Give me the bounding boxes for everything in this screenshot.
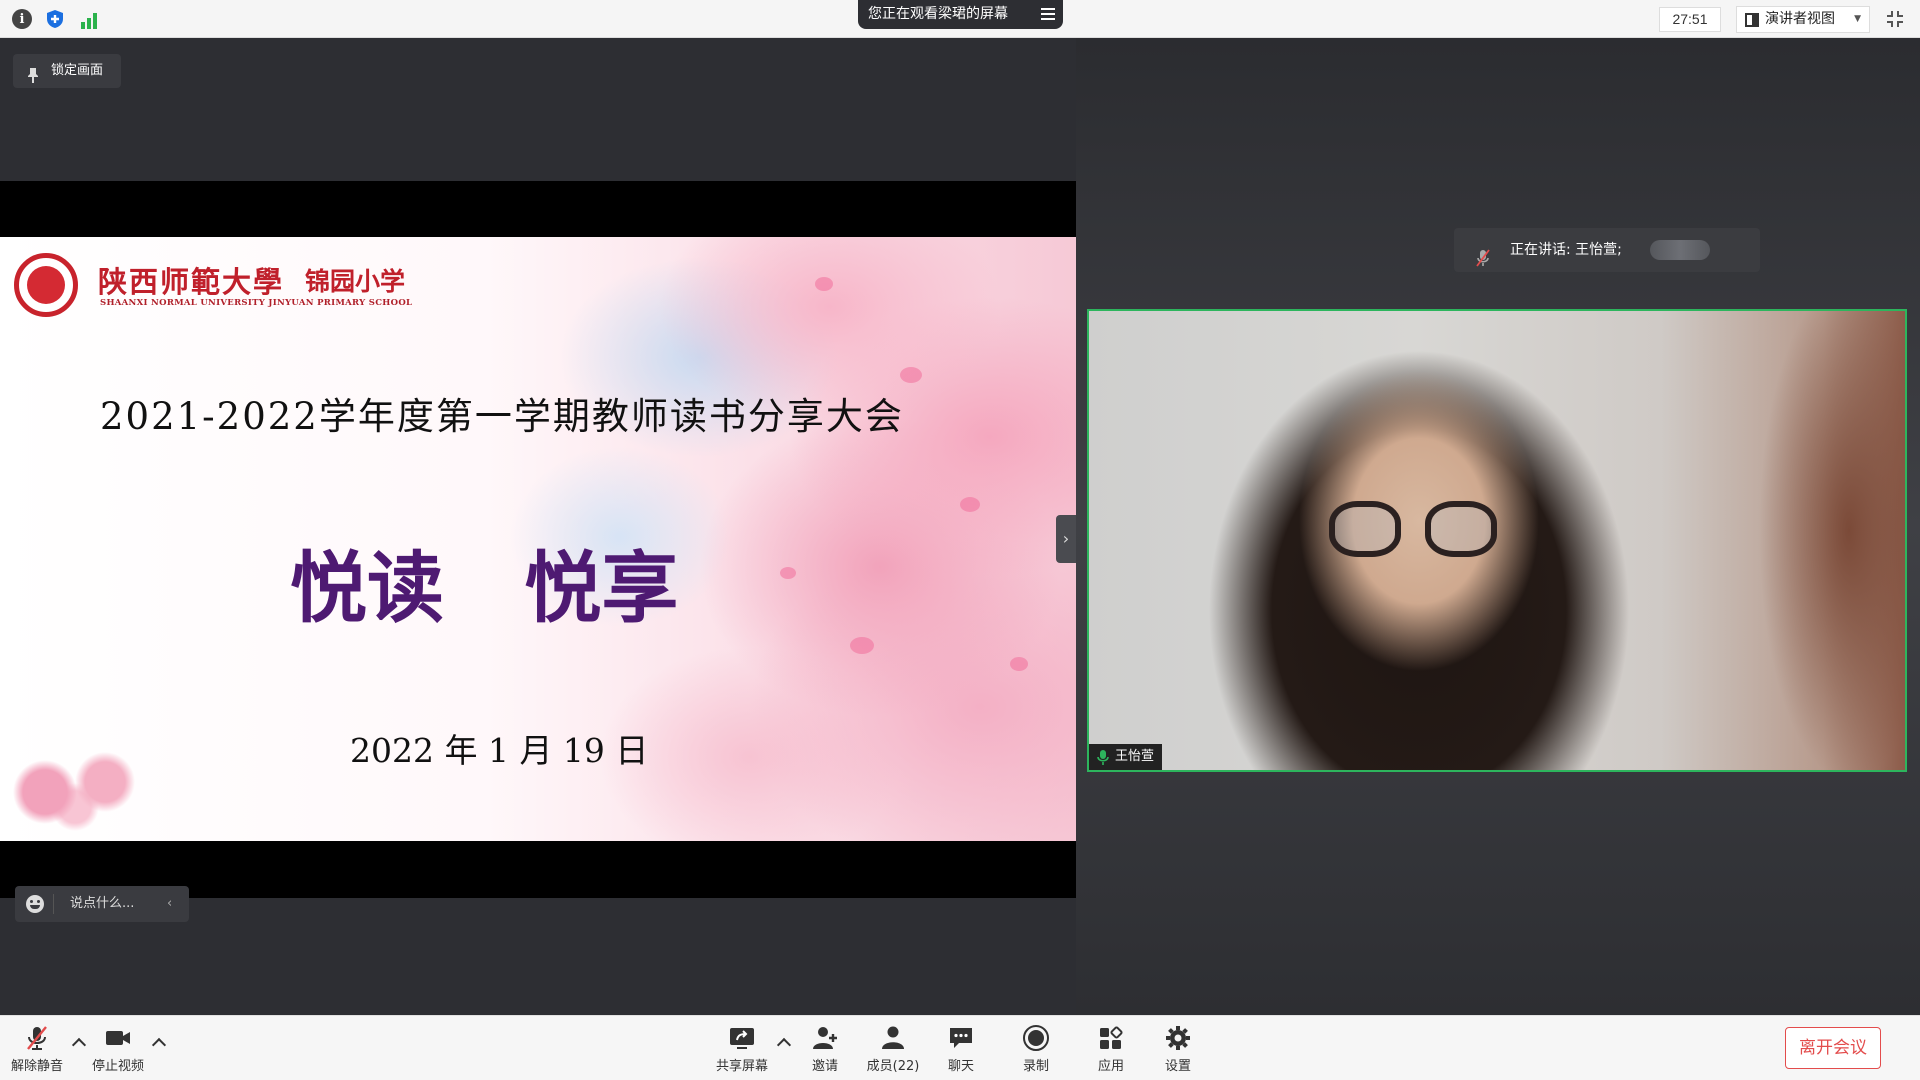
stop-video-label: 停止视频 <box>91 1059 144 1074</box>
settings-button[interactable]: 设置 <box>1145 1024 1211 1076</box>
signal-icon[interactable] <box>79 9 99 29</box>
chat-button[interactable]: 聊天 <box>928 1024 994 1076</box>
chevron-left-icon[interactable]: ‹ <box>167 886 172 922</box>
participant-gallery: 正在讲话: 王怡萱; 王怡萱 <box>1076 38 1920 1015</box>
settings-label: 设置 <box>1164 1059 1191 1074</box>
logo-university-name: 陕西师範大學 <box>98 265 285 299</box>
active-speaker-label: 正在讲话: 王怡萱; <box>1510 242 1622 258</box>
apps-label: 应用 <box>1097 1059 1124 1074</box>
logo-english-name: SHAANXI NORMAL UNIVERSITY JINYUAN PRIMAR… <box>100 298 413 308</box>
unmute-button[interactable]: 解除静音 <box>4 1024 70 1076</box>
shared-screen-area: 锁定画面 陕西师範大學 锦园小学 SHAANXI NORMAL UNIVERSI… <box>0 38 1076 1015</box>
petal-decoration <box>900 367 922 383</box>
mic-muted-icon <box>23 1024 51 1052</box>
collapse-gallery-button[interactable]: › <box>1056 515 1076 563</box>
participant-avatars <box>1650 240 1710 260</box>
view-mode-label: 演讲者视图 <box>1765 11 1835 27</box>
invite-label: 邀请 <box>811 1059 838 1074</box>
mic-muted-icon <box>1476 241 1490 285</box>
blossom-decoration <box>5 747 145 837</box>
chevron-up-icon[interactable] <box>151 1037 167 1053</box>
apps-button[interactable]: 应用 <box>1078 1024 1144 1076</box>
speaker-view-icon <box>1745 13 1759 27</box>
chat-icon <box>947 1024 975 1052</box>
petal-decoration <box>815 277 833 291</box>
slide-date: 2022 年 1 月 19 日 <box>350 731 649 770</box>
university-seal-logo <box>14 253 78 317</box>
members-button[interactable]: 成员(22) <box>860 1024 926 1076</box>
shield-icon[interactable] <box>45 9 65 29</box>
add-user-icon <box>811 1024 839 1052</box>
comment-input[interactable]: 说点什么... ‹ <box>15 886 189 922</box>
active-speaker-indicator: 正在讲话: 王怡萱; <box>1454 228 1760 272</box>
participant-video-feed <box>1329 501 1509 561</box>
share-screen-icon <box>728 1024 756 1052</box>
petal-decoration <box>960 497 980 512</box>
chevron-right-icon: › <box>1062 529 1070 548</box>
slide-title: 2021-2022学年度第一学期教师读书分享大会 <box>100 395 904 438</box>
presentation-slide: 陕西师範大學 锦园小学 SHAANXI NORMAL UNIVERSITY JI… <box>0 237 1076 841</box>
lock-screen-button[interactable]: 锁定画面 <box>13 54 121 88</box>
exit-fullscreen-icon[interactable] <box>1885 9 1905 29</box>
participant-name: 王怡萱 <box>1115 749 1155 764</box>
record-button[interactable]: 录制 <box>1003 1024 1069 1076</box>
mic-active-icon <box>1097 749 1109 770</box>
pin-icon <box>27 63 39 83</box>
viewing-screen-banner[interactable]: 您正在观看梁珺的屏幕 <box>858 0 1063 29</box>
record-label: 录制 <box>1022 1059 1049 1074</box>
bottom-toolbar: 解除静音 停止视频 共享屏幕 邀请 成员(22) 聊天 录制 应用 设置 离开会… <box>0 1015 1920 1080</box>
meeting-timer: 27:51 <box>1659 7 1721 32</box>
menu-icon[interactable] <box>1041 8 1055 20</box>
petal-decoration <box>1010 657 1028 671</box>
participant-name-tag: 王怡萱 <box>1089 744 1163 770</box>
participant-video-tile[interactable]: 王怡萱 <box>1087 309 1907 772</box>
members-label: 成员(22) <box>866 1059 920 1074</box>
gear-icon <box>1164 1024 1192 1052</box>
chevron-up-icon[interactable] <box>776 1037 792 1053</box>
top-bar: i 您正在观看梁珺的屏幕 27:51 演讲者视图 ▼ <box>0 0 1920 38</box>
invite-button[interactable]: 邀请 <box>792 1024 858 1076</box>
logo-school-name: 锦园小学 <box>305 267 406 296</box>
view-mode-button[interactable]: 演讲者视图 ▼ <box>1736 6 1870 33</box>
slide-main-heading: 悦读 悦享 <box>290 544 679 634</box>
unmute-label: 解除静音 <box>10 1059 63 1074</box>
leave-meeting-button[interactable]: 离开会议 <box>1785 1027 1881 1069</box>
info-icon[interactable]: i <box>12 9 32 29</box>
apps-icon <box>1097 1024 1125 1052</box>
share-screen-label: 共享屏幕 <box>715 1059 768 1074</box>
video-camera-icon <box>104 1024 132 1052</box>
meeting-window: { "topbar": { "viewing_label": "您正在观看梁珺的… <box>0 0 1920 1080</box>
stop-video-button[interactable]: 停止视频 <box>85 1024 151 1076</box>
chevron-up-icon[interactable] <box>71 1037 87 1053</box>
lock-screen-label: 锁定画面 <box>51 63 104 78</box>
petal-decoration <box>850 637 874 654</box>
divider <box>53 894 54 914</box>
viewing-label: 您正在观看梁珺的屏幕 <box>868 6 1008 22</box>
share-screen-button[interactable]: 共享屏幕 <box>709 1024 775 1076</box>
members-icon <box>879 1024 907 1052</box>
petal-decoration <box>780 567 796 579</box>
chevron-down-icon: ▼ <box>1854 14 1861 24</box>
chat-label: 聊天 <box>947 1059 974 1074</box>
emoji-icon[interactable] <box>26 895 44 913</box>
record-icon <box>1022 1024 1050 1052</box>
comment-placeholder: 说点什么... <box>70 896 135 911</box>
